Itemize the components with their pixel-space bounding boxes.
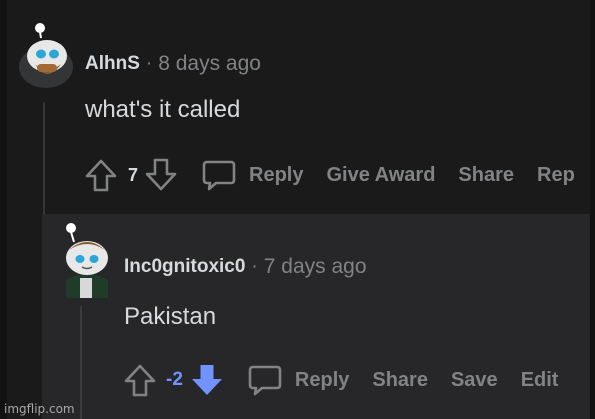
comment-body: Pakistan	[124, 303, 217, 330]
meta-separator: ·	[145, 53, 153, 74]
downvote-icon[interactable]	[189, 362, 225, 398]
edit-button[interactable]: Edit	[521, 369, 559, 392]
comment-bubble-icon[interactable]	[247, 362, 283, 398]
share-button[interactable]: Share	[372, 369, 428, 392]
username-link[interactable]: AlhnS	[85, 53, 140, 75]
comment-body: what's it called	[85, 96, 241, 123]
avatar[interactable]	[19, 22, 73, 88]
comment: AlhnS · 8 days ago what's it called 7 Re…	[7, 0, 590, 419]
comment-actions: 7 Reply Give Award Share Rep	[83, 154, 575, 196]
save-button[interactable]: Save	[451, 369, 498, 392]
reply-button[interactable]: Reply	[249, 164, 303, 187]
reply-button[interactable]: Reply	[295, 369, 349, 392]
comment-meta: AlhnS · 8 days ago	[85, 51, 261, 77]
downvote-icon[interactable]	[143, 157, 179, 193]
avatar[interactable]	[60, 222, 112, 298]
give-award-button[interactable]: Give Award	[326, 164, 435, 187]
comment-thread: AlhnS · 8 days ago what's it called 7 Re…	[0, 0, 595, 419]
reply-comment: Inc0gnitoxic0 · 7 days ago Pakistan -2 R…	[42, 214, 590, 419]
thread-line[interactable]	[80, 306, 82, 419]
share-button[interactable]: Share	[458, 164, 514, 187]
watermark: imgflip.com	[4, 402, 75, 416]
upvote-icon[interactable]	[83, 157, 119, 193]
report-button[interactable]: Rep	[537, 164, 575, 187]
comment-bubble-icon[interactable]	[201, 157, 237, 193]
upvote-icon[interactable]	[122, 362, 158, 398]
timestamp[interactable]: 8 days ago	[158, 52, 261, 76]
vote-score: -2	[166, 369, 183, 390]
comment-actions: -2 Reply Share Save Edit	[122, 359, 558, 401]
vote-score: 7	[128, 164, 139, 185]
username-link[interactable]: Inc0gnitoxic0	[124, 256, 245, 278]
timestamp[interactable]: 7 days ago	[264, 255, 367, 279]
meta-separator: ·	[251, 256, 258, 277]
comment-meta: Inc0gnitoxic0 · 7 days ago	[124, 254, 367, 280]
